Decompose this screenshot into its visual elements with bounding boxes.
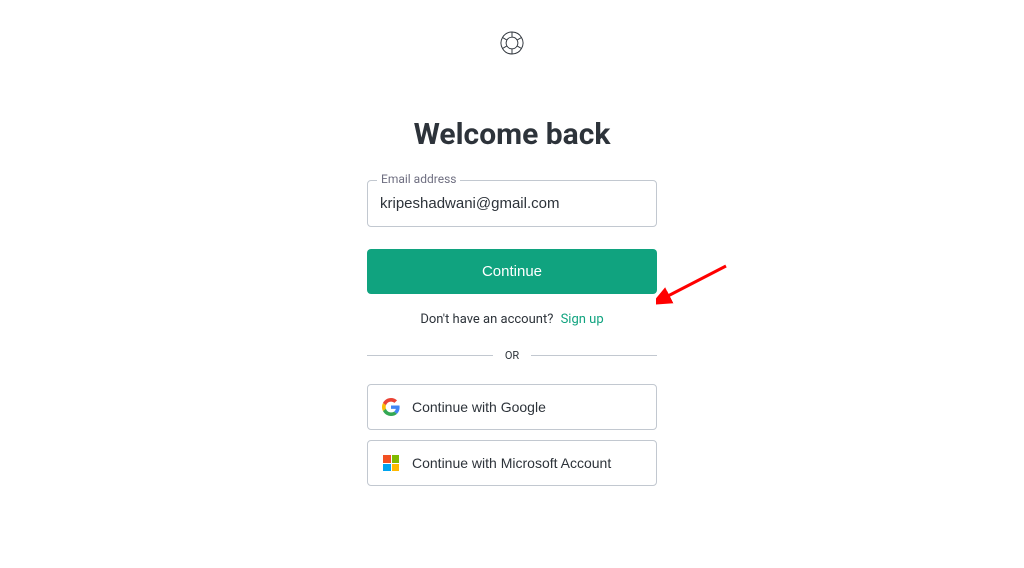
divider-line-left xyxy=(367,355,493,356)
signup-prompt-row: Don't have an account? Sign up xyxy=(420,312,603,327)
page-title: Welcome back xyxy=(414,117,611,152)
signup-prompt-text: Don't have an account? xyxy=(420,312,553,327)
email-input[interactable] xyxy=(367,180,657,227)
divider-label: OR xyxy=(493,349,531,362)
continue-with-microsoft-button[interactable]: Continue with Microsoft Account xyxy=(367,440,657,486)
email-label: Email address xyxy=(377,172,460,186)
continue-button[interactable]: Continue xyxy=(367,249,657,294)
signup-link[interactable]: Sign up xyxy=(561,312,604,327)
login-form: Welcome back Email address Continue Don'… xyxy=(367,117,657,496)
divider-line-right xyxy=(531,355,657,356)
microsoft-icon xyxy=(382,454,400,472)
divider: OR xyxy=(367,349,657,362)
openai-logo-icon xyxy=(497,28,527,62)
continue-with-google-button[interactable]: Continue with Google xyxy=(367,384,657,430)
google-icon xyxy=(382,398,400,416)
google-button-label: Continue with Google xyxy=(412,399,546,415)
annotation-arrow-icon xyxy=(656,256,736,336)
email-field-wrapper: Email address xyxy=(367,180,657,227)
microsoft-button-label: Continue with Microsoft Account xyxy=(412,455,611,471)
